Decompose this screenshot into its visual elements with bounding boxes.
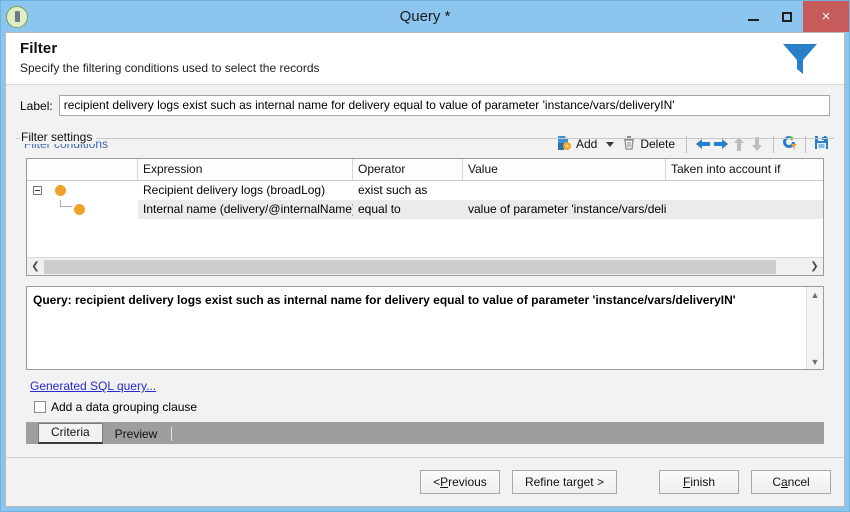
row-taken-into-account-if xyxy=(666,200,823,219)
floppy-save-icon[interactable] xyxy=(813,134,830,154)
dialog-client-area: Filter Specify the filtering conditions … xyxy=(5,32,845,507)
add-button[interactable]: Add xyxy=(552,133,618,156)
minimize-button[interactable] xyxy=(737,1,770,32)
column-header-value[interactable]: Value xyxy=(463,159,666,180)
filter-funnel-icon xyxy=(780,41,820,80)
row-value: value of parameter 'instance/vars/delive… xyxy=(463,200,666,219)
conditions-grid[interactable]: Expression Operator Value Taken into acc… xyxy=(26,158,824,276)
previous-label-post: revious xyxy=(448,475,487,489)
query-vertical-scrollbar[interactable]: ▲ ▼ xyxy=(806,287,823,369)
grid-header-row: Expression Operator Value Taken into acc… xyxy=(27,159,823,181)
tree-elbow-line xyxy=(60,200,72,207)
title-bar[interactable]: Query * × xyxy=(1,1,849,32)
grid-horizontal-scrollbar[interactable]: ❮ ❯ xyxy=(27,257,823,275)
finish-button[interactable]: Finish xyxy=(659,470,739,494)
previous-label-pre: < xyxy=(433,475,441,489)
hscroll-thumb[interactable] xyxy=(44,259,776,274)
app-icon xyxy=(6,5,28,28)
window-controls: × xyxy=(737,1,849,32)
tab-strip: Criteria Preview xyxy=(26,422,824,444)
filter-settings-title: Filter settings xyxy=(20,130,97,144)
cancel-label-pre: C xyxy=(772,475,781,489)
previous-mnemonic: P xyxy=(440,475,449,489)
delete-label: Delete xyxy=(640,137,675,151)
condition-node-dot xyxy=(55,185,66,196)
chevron-right-icon[interactable]: ❯ xyxy=(806,258,823,275)
row-taken-into-account-if xyxy=(666,181,823,200)
tab-preview[interactable]: Preview xyxy=(102,425,170,444)
tab-separator xyxy=(171,427,173,441)
label-caption: Label: xyxy=(20,98,53,113)
caret-down-icon[interactable]: ▼ xyxy=(807,354,823,369)
label-row: Label: recipient delivery logs exist suc… xyxy=(6,85,844,116)
add-label: Add xyxy=(575,137,598,151)
wizard-header: Filter Specify the filtering conditions … xyxy=(6,33,844,85)
finish-label-post: inish xyxy=(690,475,716,489)
chevron-left-icon[interactable]: ❮ xyxy=(27,258,44,275)
label-input[interactable]: recipient delivery logs exist such as in… xyxy=(58,95,830,116)
column-header-expression[interactable]: Expression xyxy=(138,159,353,180)
cancel-button[interactable]: Ca ncel xyxy=(751,470,831,494)
row-expression: Recipient delivery logs (broadLog) xyxy=(143,183,326,197)
data-grouping-checkbox-row[interactable]: Add a data grouping clause xyxy=(34,400,834,414)
window-title: Query * xyxy=(399,8,451,25)
row-tree-cell xyxy=(27,200,138,219)
column-header-taken-into-account-if[interactable]: Taken into account if xyxy=(666,159,823,180)
refine-target-button[interactable]: Refine target > xyxy=(511,470,617,494)
query-dialog-window: Query * × Filter Specify the filtering c… xyxy=(0,0,850,512)
row-value xyxy=(463,181,666,200)
caret-up-icon[interactable]: ▲ xyxy=(807,287,823,302)
minimize-icon xyxy=(748,18,759,21)
page-subtitle: Specify the filtering conditions used to… xyxy=(20,61,320,75)
table-row[interactable]: Recipient delivery logs (broadLog) exist… xyxy=(27,181,823,200)
cancel-mnemonic: a xyxy=(780,475,788,489)
generated-sql-query-link[interactable]: Generated SQL query... xyxy=(30,379,156,393)
conditions-toolbar: Filter conditions Add Delete xyxy=(16,131,834,157)
dialog-footer: < Previous Refine target > Finish Ca ncel xyxy=(6,457,844,506)
condition-node-dot xyxy=(74,204,85,215)
row-tree-cell xyxy=(27,181,138,200)
row-operator: equal to xyxy=(353,200,463,219)
page-title: Filter xyxy=(20,40,58,57)
chevron-down-icon[interactable] xyxy=(606,141,615,147)
query-preview-text: Query: recipient delivery logs exist suc… xyxy=(33,293,736,307)
table-row[interactable]: Internal name (delivery/@internalName) e… xyxy=(27,200,823,219)
row-operator: exist such as xyxy=(358,183,428,197)
cancel-label-post: ncel xyxy=(787,475,810,489)
refine-target-label: Refine target > xyxy=(524,475,604,489)
maximize-button[interactable] xyxy=(770,1,803,32)
tab-criteria[interactable]: Criteria xyxy=(38,423,103,444)
finish-mnemonic: F xyxy=(682,475,691,489)
group-divider xyxy=(16,138,834,139)
maximize-icon xyxy=(781,11,792,22)
previous-button[interactable]: < Previous xyxy=(419,470,500,494)
filter-settings-group: Filter settings Filter conditions Add De… xyxy=(16,130,834,444)
data-grouping-checkbox[interactable] xyxy=(34,401,46,413)
refresh-filter-icon[interactable] xyxy=(781,134,798,154)
data-grouping-label: Add a data grouping clause xyxy=(51,400,198,414)
column-header-tree[interactable] xyxy=(27,159,138,180)
app-icon-glyph xyxy=(14,11,20,22)
hscroll-track[interactable] xyxy=(44,258,806,275)
row-expression: Internal name (delivery/@internalName) xyxy=(138,200,353,219)
close-button[interactable]: × xyxy=(803,1,849,32)
query-preview-box: Query: recipient delivery logs exist suc… xyxy=(26,286,824,370)
collapse-expander-icon[interactable] xyxy=(33,186,42,195)
column-header-operator[interactable]: Operator xyxy=(353,159,463,180)
delete-button[interactable]: Delete xyxy=(618,133,679,156)
dialog-body: Label: recipient delivery logs exist suc… xyxy=(6,85,844,506)
